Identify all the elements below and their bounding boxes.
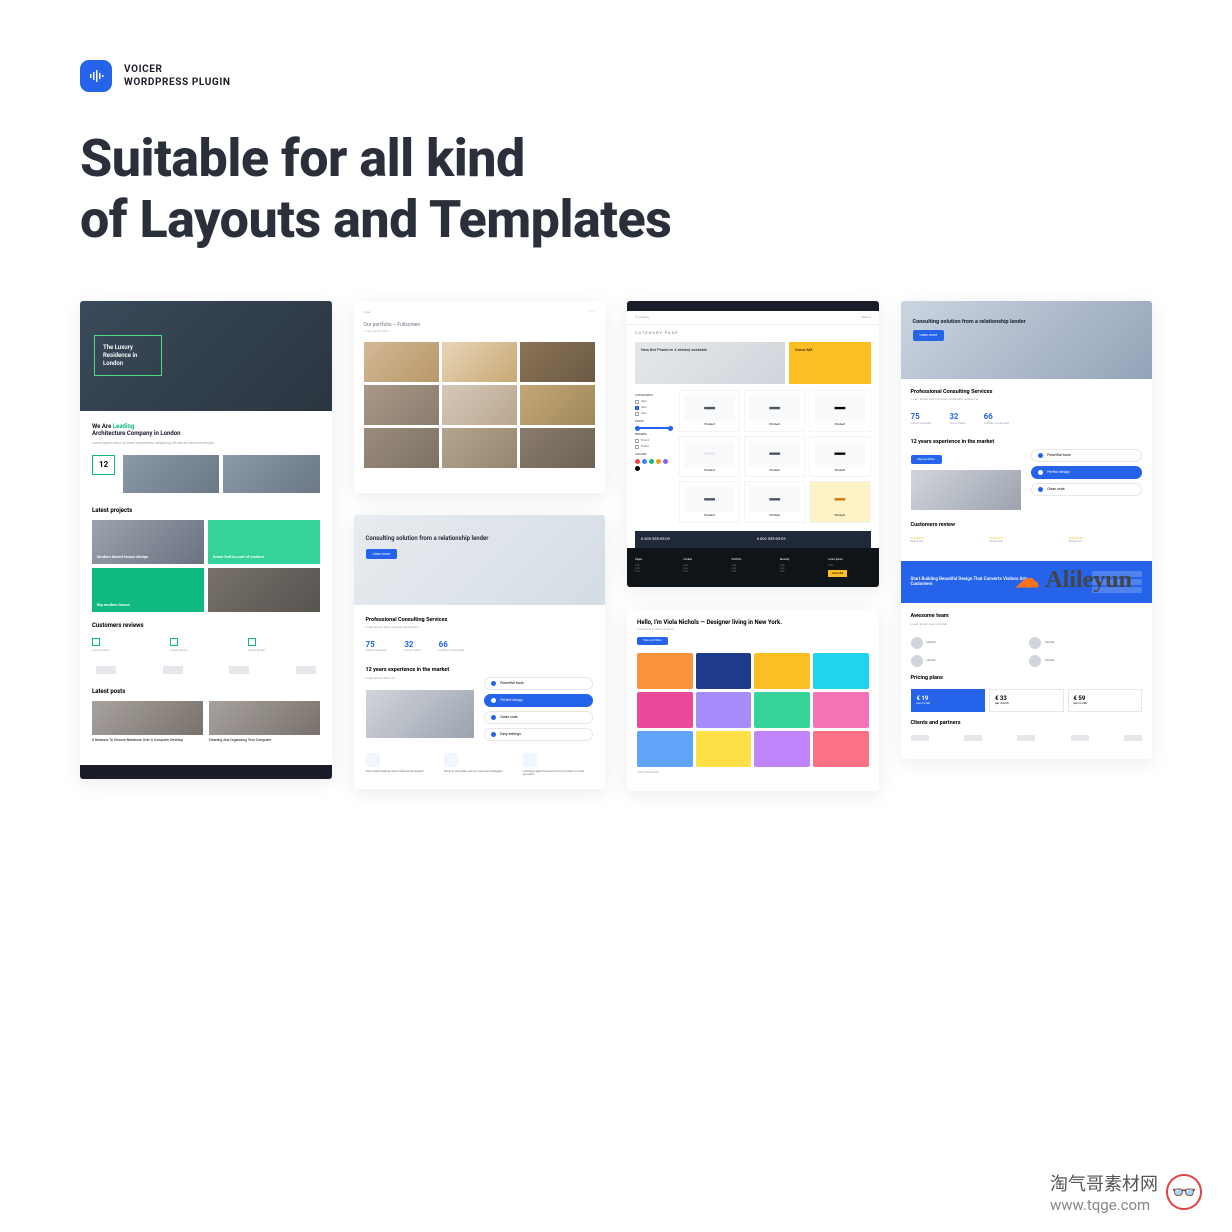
- page-headline: Suitable for all kindof Layouts and Temp…: [80, 128, 1152, 251]
- watermark-alileyun: ☁ Alileyun: [1015, 565, 1132, 594]
- template-portfolio-grid: Logo• • • • Our portfolio – Fullscreen L…: [354, 301, 606, 493]
- voicer-logo-icon: [80, 60, 112, 92]
- template-consulting: Consulting solution from a relationship …: [354, 515, 606, 789]
- template-consulting-full: Consulting solution from a relationship …: [901, 301, 1153, 759]
- watermark-tqge: 淘气哥素材网 www.tqge.com 👓: [1050, 1170, 1202, 1214]
- template-ecommerce: ☰ CatalogSearch CATEGORY PAGE New Bot Ph…: [627, 301, 879, 587]
- template-architecture: The Luxury Residence in London We Are Le…: [80, 301, 332, 779]
- template-designer-portfolio: Hello, I'm Viola Nichols — Designer livi…: [627, 609, 879, 791]
- brand-text: VOICER WORDPRESS PLUGIN: [124, 63, 231, 89]
- mascot-icon: 👓: [1166, 1174, 1202, 1210]
- brand-row: VOICER WORDPRESS PLUGIN: [80, 60, 1152, 92]
- template-showcase-grid: The Luxury Residence in London We Are Le…: [0, 301, 1232, 791]
